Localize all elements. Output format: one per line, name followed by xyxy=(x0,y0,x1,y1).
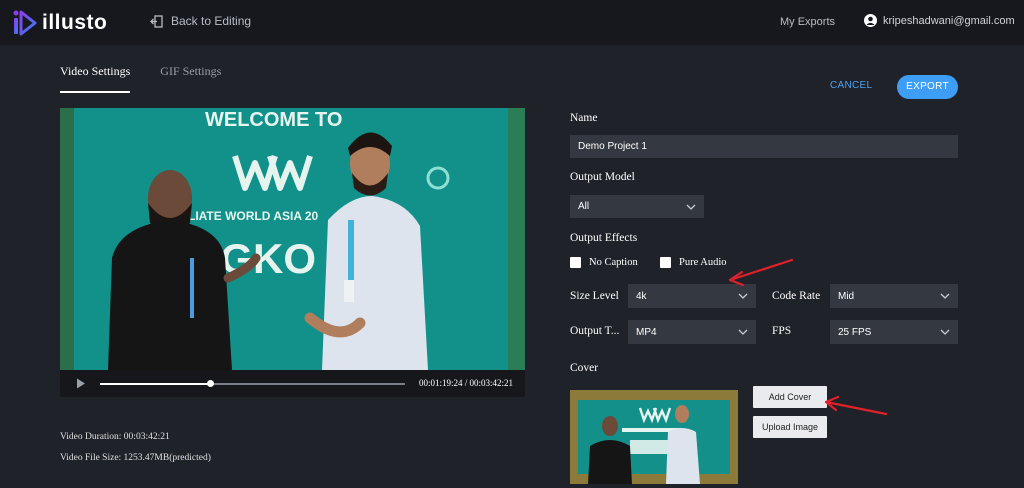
annotation-arrow-icon xyxy=(728,258,794,287)
annotation-arrow-icon xyxy=(824,395,888,416)
annotation-overlay xyxy=(728,258,888,416)
